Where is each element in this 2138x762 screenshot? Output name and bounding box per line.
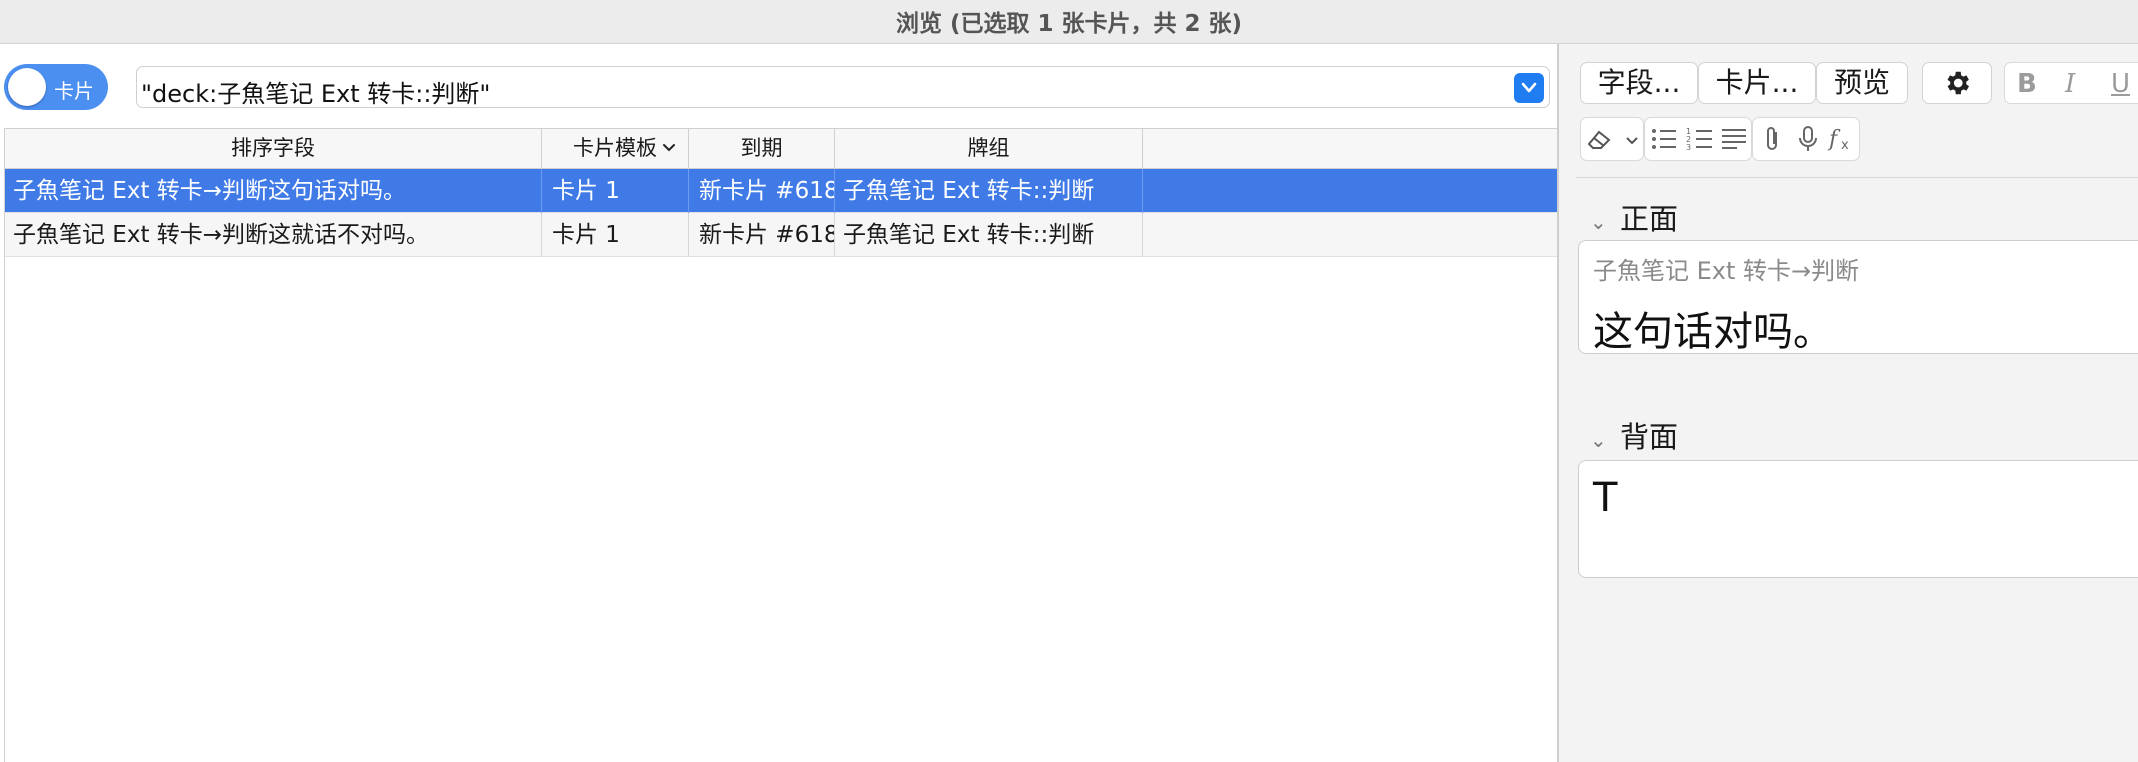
toolbar-divider — [1576, 177, 2138, 178]
paperclip-icon[interactable] — [1759, 124, 1785, 154]
numbered-list-icon[interactable]: 123 — [1685, 126, 1715, 152]
collapse-chevron-icon[interactable]: ⌄ — [1590, 210, 1620, 234]
pane-splitter[interactable] — [1557, 44, 1559, 762]
fields-button[interactable]: 字段... — [1580, 62, 1698, 104]
cards-notes-toggle[interactable]: 卡片 — [4, 64, 108, 110]
align-icon[interactable] — [1719, 126, 1749, 152]
svg-text:3: 3 — [1686, 143, 1691, 152]
back-field-header[interactable]: ⌄ 背面 — [1590, 414, 1678, 456]
table-header: 排序字段 卡片模板 到期 牌组 — [5, 129, 1559, 169]
front-field-content: 这句话对吗。 — [1593, 309, 1833, 355]
window-titlebar: 浏览 (已选取 1 张卡片，共 2 张) — [0, 0, 2138, 44]
front-field-subtext: 子魚笔记 Ext 转卡→判断 — [1593, 257, 1860, 285]
text-style-group: B I U — [2004, 62, 2138, 104]
browser-left-pane: 卡片 "deck:子魚笔记 Ext 转卡::判断" 排序字段 卡片模板 到期 牌… — [0, 44, 1559, 762]
cards-button[interactable]: 卡片... — [1698, 62, 1816, 104]
cell-template: 卡片 1 — [542, 169, 689, 213]
gear-icon — [1947, 71, 1969, 95]
cell-deck: 子魚笔记 Ext 转卡::判断 — [835, 213, 1143, 257]
svg-text:f: f — [1827, 127, 1841, 152]
column-header-sort-field[interactable]: 排序字段 — [5, 129, 542, 169]
cell-template: 卡片 1 — [542, 213, 689, 257]
front-field-header[interactable]: ⌄ 正面 — [1590, 196, 1678, 238]
svg-text:x: x — [1841, 138, 1849, 153]
table-row[interactable]: 子魚笔记 Ext 转卡→判断这句话对吗。 卡片 1 新卡片 #618... 子魚… — [5, 169, 1559, 213]
collapse-chevron-icon[interactable]: ⌄ — [1590, 428, 1620, 452]
search-input[interactable]: "deck:子魚笔记 Ext 转卡::判断" — [136, 66, 1550, 108]
editor-pane: 字段... 卡片... 预览 B I U 123 f x ⌄ 正面 子魚笔记 E… — [1576, 44, 2138, 762]
function-icon[interactable]: f x — [1827, 124, 1859, 154]
bold-button[interactable]: B — [2017, 69, 2037, 99]
eraser-icon — [1587, 130, 1611, 149]
chevron-down-icon — [1626, 137, 1638, 145]
list-group: 123 — [1644, 117, 1752, 161]
underline-button[interactable]: U — [2111, 69, 2130, 99]
column-header-due[interactable]: 到期 — [689, 129, 835, 169]
settings-button[interactable] — [1922, 62, 1992, 104]
media-group: f x — [1752, 117, 1860, 161]
column-header-template[interactable]: 卡片模板 — [542, 129, 689, 169]
bullet-list-icon[interactable] — [1649, 126, 1679, 152]
cell-deck: 子魚笔记 Ext 转卡::判断 — [835, 169, 1143, 213]
cell-sort-field: 子魚笔记 Ext 转卡→判断这句话对吗。 — [5, 169, 542, 213]
microphone-icon[interactable] — [1795, 124, 1821, 154]
cell-due: 新卡片 #618... — [689, 213, 835, 257]
cards-table: 排序字段 卡片模板 到期 牌组 子魚笔记 Ext 转卡→判断这句话对吗。 卡片 … — [4, 128, 1559, 762]
cell-due: 新卡片 #618... — [689, 169, 835, 213]
back-field-content: T — [1593, 475, 1618, 521]
chevron-down-icon — [663, 144, 675, 152]
cell-sort-field: 子魚笔记 Ext 转卡→判断这就话不对吗。 — [5, 213, 542, 257]
window-title: 浏览 (已选取 1 张卡片，共 2 张) — [895, 11, 1243, 37]
search-query-text[interactable]: "deck:子魚笔记 Ext 转卡::判断" — [141, 74, 490, 109]
toggle-knob[interactable] — [8, 68, 46, 106]
search-history-dropdown-button[interactable] — [1514, 73, 1544, 103]
back-field-editor[interactable]: T — [1578, 460, 2138, 578]
table-row[interactable]: 子魚笔记 Ext 转卡→判断这就话不对吗。 卡片 1 新卡片 #618... 子… — [5, 213, 1559, 257]
italic-button[interactable]: I — [2065, 69, 2075, 99]
column-header-deck[interactable]: 牌组 — [835, 129, 1143, 169]
preview-button[interactable]: 预览 — [1816, 62, 1908, 104]
chevron-down-icon — [1521, 82, 1537, 93]
front-field-editor[interactable]: 子魚笔记 Ext 转卡→判断 这句话对吗。 — [1578, 240, 2138, 355]
toggle-label: 卡片 — [54, 79, 94, 103]
eraser-group[interactable] — [1580, 117, 1644, 161]
